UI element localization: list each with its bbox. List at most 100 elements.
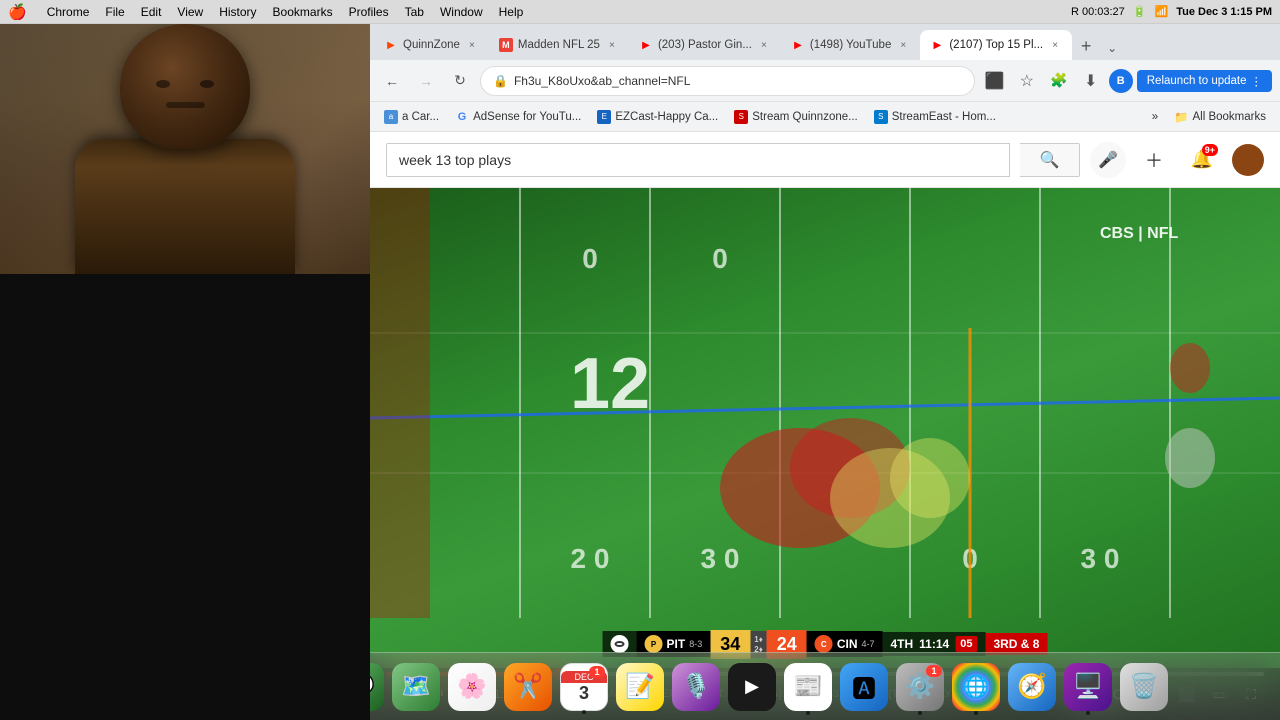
- bookmark-icon[interactable]: ☆: [1013, 67, 1041, 95]
- dock-appletv[interactable]: ▶: [728, 663, 776, 711]
- chrome-menu[interactable]: Chrome: [47, 5, 90, 19]
- help-menu[interactable]: Help: [499, 5, 524, 19]
- podcasts-icon: 🎙️: [681, 672, 711, 701]
- tab-overflow-button[interactable]: ⌄: [1100, 36, 1124, 60]
- window-menu[interactable]: Window: [440, 5, 483, 19]
- dock-notes[interactable]: 📝: [616, 663, 664, 711]
- chrome-window: ▶ QuinnZone × M Madden NFL 25 × ▶ (203) …: [370, 24, 1280, 720]
- screenshare-icon[interactable]: ⬛: [981, 67, 1009, 95]
- tab-madden-close[interactable]: ×: [605, 38, 619, 52]
- tab-quinnzone-close[interactable]: ×: [465, 38, 479, 52]
- cin-name: CIN: [837, 637, 858, 651]
- reload-button[interactable]: ↻: [446, 67, 474, 95]
- tab-youtube2[interactable]: ▶ (2107) Top 15 Pl... ×: [920, 30, 1072, 60]
- game-clock: 11:14: [919, 637, 949, 651]
- bookmarks-overflow: » 📁 All Bookmarks: [1146, 108, 1272, 126]
- tab-quinnzone[interactable]: ▶ QuinnZone ×: [374, 30, 489, 60]
- youtube-search-bar: 🔍 🎤 ＋ 🔔 9+: [370, 132, 1280, 188]
- cin-record: 4-7: [861, 639, 874, 649]
- view-menu[interactable]: View: [177, 5, 203, 19]
- calendar-dot: [582, 710, 586, 714]
- clips-icon: ✂️: [513, 672, 543, 701]
- screenshare-dock-icon: 🖥️: [1073, 672, 1103, 701]
- menu-battery: 🔋: [1133, 5, 1147, 18]
- chrome-dock-icon: 🌐: [962, 674, 989, 700]
- bookmarks-menu[interactable]: Bookmarks: [273, 5, 333, 19]
- dock-safari[interactable]: 🧭: [1008, 663, 1056, 711]
- tab-youtube1-close[interactable]: ×: [896, 38, 910, 52]
- tab-pastor[interactable]: ▶ (203) Pastor Gin... ×: [629, 30, 781, 60]
- edit-menu[interactable]: Edit: [141, 5, 162, 19]
- tab-madden[interactable]: M Madden NFL 25 ×: [489, 30, 629, 60]
- dock-settings[interactable]: ⚙️ 1: [896, 663, 944, 711]
- nav-actions: ⬛ ☆ 🧩 ⬇ B Relaunch to update ⋮: [981, 67, 1272, 95]
- dock-calendar[interactable]: DEC 3 1: [560, 663, 608, 711]
- dock-screenshare[interactable]: 🖥️: [1064, 663, 1112, 711]
- address-text: Fh3u_K8oUxo&ab_channel=NFL: [514, 74, 962, 88]
- all-bookmarks-button[interactable]: 📁 All Bookmarks: [1168, 108, 1272, 126]
- play-clock: 05: [955, 636, 977, 652]
- bookmark-stream-favicon: S: [734, 110, 748, 124]
- youtube-search-button[interactable]: 🔍: [1020, 143, 1080, 177]
- pit-name: PIT: [667, 637, 686, 651]
- apple-menu[interactable]: 🍎: [8, 3, 27, 21]
- dock-podcasts[interactable]: 🎙️: [672, 663, 720, 711]
- forward-button[interactable]: →: [412, 67, 440, 95]
- navigation-bar: ← → ↻ 🔒 Fh3u_K8oUxo&ab_channel=NFL ⬛ ☆ 🧩…: [370, 60, 1280, 102]
- tab-youtube1-label: (1498) YouTube: [810, 39, 891, 51]
- news-icon: 📰: [793, 672, 823, 701]
- profiles-menu[interactable]: Profiles: [349, 5, 389, 19]
- profile-button[interactable]: B: [1109, 69, 1133, 93]
- file-menu[interactable]: File: [105, 5, 124, 19]
- dock-chrome[interactable]: 🌐: [952, 663, 1000, 711]
- bookmark-streameast-label: StreamEast - Hom...: [892, 111, 996, 123]
- tab-pastor-close[interactable]: ×: [757, 38, 771, 52]
- more-bookmarks-button[interactable]: »: [1146, 109, 1164, 125]
- relaunch-button[interactable]: Relaunch to update ⋮: [1137, 70, 1272, 92]
- notes-icon: 📝: [625, 672, 655, 701]
- address-favicon: 🔒: [493, 74, 508, 88]
- tab-quinnzone-favicon: ▶: [384, 38, 398, 52]
- youtube-create-button[interactable]: ＋: [1136, 142, 1172, 178]
- address-bar[interactable]: 🔒 Fh3u_K8oUxo&ab_channel=NFL: [480, 66, 975, 96]
- menu-timer: R 00:03:27: [1071, 6, 1125, 18]
- tab-madden-label: Madden NFL 25: [518, 39, 600, 51]
- dock-trash[interactable]: 🗑️: [1120, 663, 1168, 711]
- new-tab-button[interactable]: +: [1072, 32, 1100, 60]
- video-player: 2 0 3 0 0 0 0 3 0: [370, 188, 1280, 720]
- appletv-icon: ▶: [745, 676, 759, 697]
- bookmark-adsense-label: AdSense for YouTu...: [473, 111, 581, 123]
- extension-icon[interactable]: 🧩: [1045, 67, 1073, 95]
- youtube-mic-button[interactable]: 🎤: [1090, 142, 1126, 178]
- tab-youtube1[interactable]: ▶ (1498) YouTube ×: [781, 30, 920, 60]
- bookmark-ezcast-favicon: E: [597, 110, 611, 124]
- safari-icon: 🧭: [1017, 672, 1047, 701]
- bookmark-carta[interactable]: a a Car...: [378, 108, 445, 126]
- dock-maps[interactable]: 🗺️: [392, 663, 440, 711]
- dock-clips[interactable]: ✂️: [504, 663, 552, 711]
- bookmark-stream[interactable]: S Stream Quinnzone...: [728, 108, 863, 126]
- youtube-search-input[interactable]: [386, 143, 1010, 177]
- downloads-icon[interactable]: ⬇: [1077, 67, 1105, 95]
- settings-dot: [918, 711, 922, 715]
- history-menu[interactable]: History: [219, 5, 256, 19]
- calendar-day: 3: [579, 684, 589, 702]
- youtube-right-actions: ＋ 🔔 9+: [1136, 142, 1264, 178]
- bookmark-adsense[interactable]: G AdSense for YouTu...: [449, 108, 587, 126]
- dock-appstore[interactable]: 🅰: [840, 663, 888, 711]
- bookmark-streameast[interactable]: S StreamEast - Hom...: [868, 108, 1002, 126]
- back-button[interactable]: ←: [378, 67, 406, 95]
- youtube-notifications-button[interactable]: 🔔 9+: [1184, 142, 1220, 178]
- settings-badge: 1: [926, 665, 942, 677]
- menu-datetime: Tue Dec 3 1:15 PM: [1176, 6, 1272, 18]
- youtube-avatar[interactable]: [1232, 144, 1264, 176]
- bookmark-ezcast[interactable]: E EZCast-Happy Ca...: [591, 108, 724, 126]
- tab-youtube2-close[interactable]: ×: [1048, 38, 1062, 52]
- tab-youtube1-favicon: ▶: [791, 38, 805, 52]
- tab-menu[interactable]: Tab: [405, 5, 424, 19]
- dock-news[interactable]: 📰: [784, 663, 832, 711]
- webcam-overlay: [0, 24, 370, 720]
- cin-logo: C: [815, 635, 833, 653]
- dock-photos[interactable]: 🌸: [448, 663, 496, 711]
- football-field: 2 0 3 0 0 0 0 3 0: [370, 188, 1280, 720]
